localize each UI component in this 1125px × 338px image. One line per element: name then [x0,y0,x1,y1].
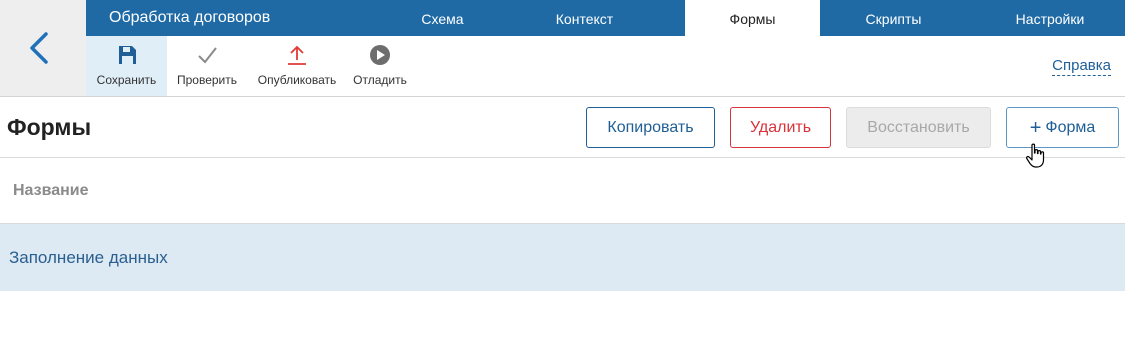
tab-settings[interactable]: Настройки [996,0,1104,36]
page-header: Формы Копировать Удалить Восстановить + Ф… [0,98,1125,158]
add-form-button[interactable]: + Форма [1006,107,1119,148]
upload-icon [288,45,306,65]
add-form-label: Форма [1045,119,1096,136]
copy-button[interactable]: Копировать [586,107,715,148]
tab-forms[interactable]: Формы [685,0,820,36]
page-title: Формы [7,114,92,140]
tab-scripts[interactable]: Скрипты [846,0,941,36]
toolbar: Сохранить Проверить Опубликовать Отладит… [86,36,1125,97]
column-header-name[interactable]: Название [13,182,89,200]
tab-schema[interactable]: Схема [400,0,485,36]
check-label: Проверить [176,73,237,87]
restore-button[interactable]: Восстановить [846,107,991,148]
publish-label: Опубликовать [257,73,337,87]
help-link[interactable]: Справка [1052,57,1111,76]
save-icon [118,46,136,64]
save-label: Сохранить [96,73,157,87]
plus-icon: + [1029,117,1042,139]
table-row[interactable]: Заполнение данных [0,224,1125,291]
play-icon [370,45,390,65]
debug-label: Отладить [353,73,407,87]
top-navigation-bar: Обработка договоров Схема Контекст Формы… [86,0,1125,36]
tab-context[interactable]: Контекст [537,0,632,36]
chevron-left-icon [30,32,48,64]
table-header: Название [0,158,1125,224]
delete-button[interactable]: Удалить [730,107,831,148]
debug-button[interactable]: Отладить [348,36,412,96]
check-button[interactable]: Проверить [167,36,247,96]
save-button[interactable]: Сохранить [86,36,167,96]
app-title: Обработка договоров [109,9,271,26]
checkmark-icon [198,47,217,64]
publish-button[interactable]: Опубликовать [249,36,345,96]
row-name: Заполнение данных [9,248,168,267]
back-button[interactable] [0,0,86,97]
